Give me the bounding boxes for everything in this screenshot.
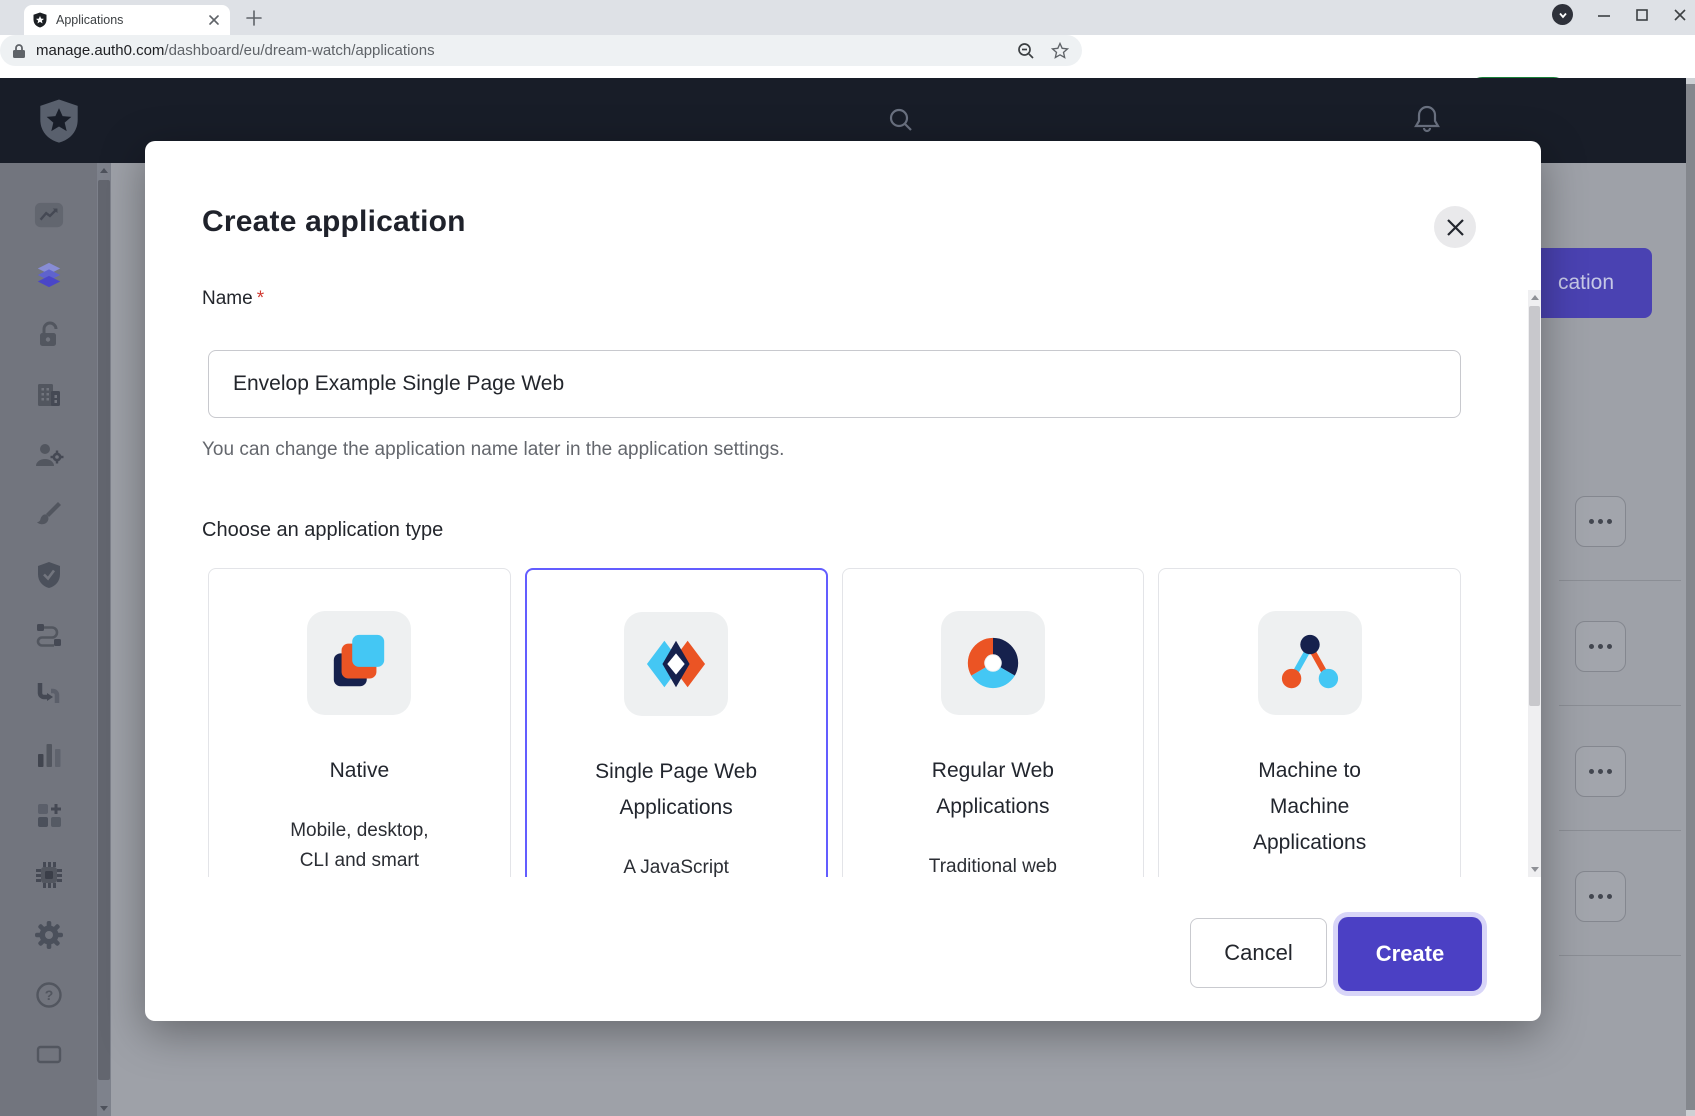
sidebar-item-security-shield[interactable] — [34, 561, 64, 589]
m2m-network-icon — [1279, 632, 1341, 694]
card-native[interactable]: Native Mobile, desktop, CLI and smart — [208, 568, 511, 877]
modal-scroll-up-icon[interactable] — [1531, 295, 1539, 300]
name-label: Name* — [202, 288, 264, 310]
cancel-button[interactable]: Cancel — [1190, 918, 1327, 988]
url-path: /dashboard/eu/dream-watch/applications — [164, 42, 434, 59]
lock-icon[interactable] — [12, 43, 26, 59]
auth0-favicon-icon — [32, 12, 48, 28]
required-asterisk: * — [257, 288, 264, 309]
sidebar-item-actions-flow[interactable] — [34, 621, 64, 649]
card-single-page-web[interactable]: Single Page Web Applications A JavaScrip… — [525, 568, 828, 877]
sidebar-item-settings-gear[interactable] — [34, 921, 64, 949]
modal-scrollbar-thumb[interactable] — [1529, 306, 1540, 706]
native-stack-icon — [328, 632, 390, 694]
card-regular-web[interactable]: Regular Web Applications Traditional web — [842, 568, 1145, 877]
close-icon — [1446, 218, 1465, 237]
regular-web-tile — [941, 611, 1045, 715]
minimize-icon[interactable] — [1597, 8, 1611, 22]
card-title: Single Page Web Applications — [590, 754, 762, 826]
new-tab-icon[interactable] — [244, 8, 264, 28]
card-title: Native — [330, 753, 390, 789]
row-actions-button[interactable] — [1575, 746, 1626, 797]
sidebar-item-marketplace[interactable] — [34, 801, 64, 829]
application-type-cards: Native Mobile, desktop, CLI and smart Si… — [208, 568, 1461, 877]
sidebar-item-authentication-lock[interactable] — [34, 321, 64, 349]
row-divider — [1559, 955, 1681, 956]
window-controls — [1552, 4, 1687, 25]
sidebar-item-extensions-chip[interactable] — [34, 861, 64, 889]
browser-tab-applications[interactable]: Applications — [24, 5, 230, 35]
m2m-tile — [1258, 611, 1362, 715]
spa-diamonds-icon — [645, 633, 707, 695]
create-button[interactable]: Create — [1338, 917, 1482, 991]
name-help-text: You can change the application name late… — [202, 439, 784, 461]
sidebar-item-applications[interactable] — [34, 261, 64, 289]
url-text[interactable]: manage.auth0.com/dashboard/eu/dream-watc… — [36, 42, 435, 59]
card-desc: Traditional web — [929, 852, 1057, 877]
modal-scrollbar[interactable] — [1528, 290, 1541, 877]
auth0-logo-icon — [36, 96, 82, 146]
search-icon[interactable] — [888, 107, 914, 133]
sidebar-scrollbar-thumb[interactable] — [98, 180, 110, 1080]
tab-title: Applications — [56, 13, 206, 27]
application-name-input[interactable] — [208, 350, 1461, 418]
sidebar-item-activity[interactable] — [34, 201, 64, 229]
card-desc: Mobile, desktop, CLI and smart — [283, 816, 435, 876]
sidebar-item-user-management[interactable] — [34, 441, 64, 469]
card-machine-to-machine[interactable]: Machine to Machine Applications — [1158, 568, 1461, 877]
native-tile — [307, 611, 411, 715]
browser-tabstrip: Applications — [0, 0, 1695, 35]
sidebar-item-branding-brush[interactable] — [34, 501, 64, 529]
modal-scroll-down-icon[interactable] — [1531, 867, 1539, 872]
modal-title: Create application — [202, 203, 466, 241]
card-title: Machine to Machine Applications — [1224, 753, 1396, 861]
browser-toolbar: manage.auth0.com/dashboard/eu/dream-watc… — [0, 35, 1695, 78]
application-type-label: Choose an application type — [202, 519, 443, 542]
scroll-up-icon[interactable] — [100, 168, 108, 173]
maximize-icon[interactable] — [1635, 8, 1649, 22]
svg-text:?: ? — [44, 987, 53, 1003]
row-divider — [1559, 705, 1681, 706]
close-window-icon[interactable] — [1673, 8, 1687, 22]
row-divider — [1559, 830, 1681, 831]
sidebar-nav: ? — [0, 163, 97, 1116]
scroll-down-icon[interactable] — [100, 1106, 108, 1111]
create-application-modal: Create application Name* You can change … — [145, 141, 1541, 1021]
zoom-icon[interactable] — [1016, 41, 1036, 61]
sidebar-item-help[interactable]: ? — [34, 981, 64, 1009]
page-scrollbar-thumb[interactable] — [1686, 84, 1695, 1110]
sidebar-item-monitoring-chart[interactable] — [34, 741, 64, 769]
sidebar-item-support-partial[interactable] — [34, 1041, 64, 1069]
screen: Applications manage.auth0.com/dashboard/… — [0, 0, 1695, 1116]
regular-web-donut-icon — [962, 632, 1024, 694]
row-actions-button[interactable] — [1575, 871, 1626, 922]
create-application-fragment-label: cation — [1558, 271, 1614, 295]
card-desc: A JavaScript — [623, 853, 729, 877]
address-bar[interactable]: manage.auth0.com/dashboard/eu/dream-watc… — [0, 35, 1082, 66]
bookmark-star-icon[interactable] — [1050, 41, 1070, 61]
browser-menu-chevron-icon[interactable] — [1552, 4, 1573, 25]
row-actions-button[interactable] — [1575, 621, 1626, 672]
modal-close-button[interactable] — [1434, 206, 1476, 248]
url-domain: manage.auth0.com — [36, 42, 164, 59]
bell-icon[interactable] — [1413, 104, 1441, 134]
tab-close-icon[interactable] — [206, 12, 222, 28]
spa-tile — [624, 612, 728, 716]
card-title: Regular Web Applications — [907, 753, 1079, 825]
sidebar-item-auth-pipeline[interactable] — [34, 681, 64, 709]
sidebar-item-organizations[interactable] — [34, 381, 64, 409]
row-actions-button[interactable] — [1575, 496, 1626, 547]
row-divider — [1559, 580, 1681, 581]
